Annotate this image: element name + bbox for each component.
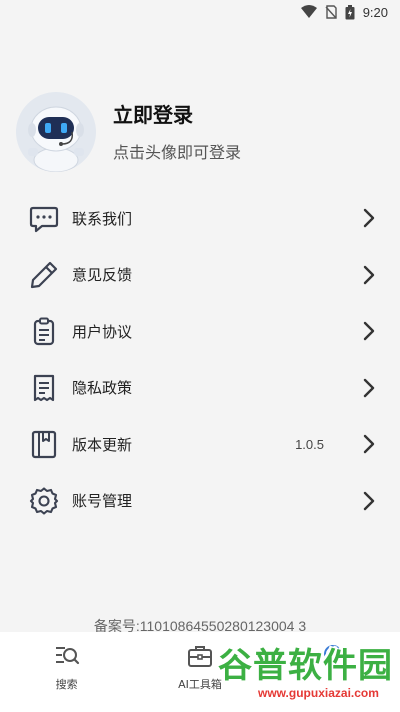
menu-item-user-agreement[interactable]: 用户协议 [0,303,400,360]
tab-ai-toolbox[interactable]: AI工具箱 [133,632,266,712]
chevron-right-icon [362,321,376,341]
toolbox-icon [186,642,214,670]
menu-item-version-update[interactable]: 版本更新 1.0.5 [0,416,400,473]
profile-section[interactable]: 立即登录 点击头像即可登录 [16,92,386,172]
battery-icon [345,4,355,20]
chevron-right-icon [362,434,376,454]
menu-item-label: 账号管理 [72,492,133,511]
status-bar: 9:20 [0,0,400,24]
login-title[interactable]: 立即登录 [113,101,241,129]
status-time: 9:20 [362,4,388,20]
version-number: 1.0.5 [295,436,324,452]
no-signal-icon [325,5,337,19]
clipboard-icon [28,315,60,347]
profile-icon [319,642,347,670]
menu-item-label: 联系我们 [72,209,133,228]
menu-item-account-management[interactable]: 账号管理 [0,473,400,530]
pencil-icon [28,259,60,291]
document-icon [28,372,60,404]
login-subtitle: 点击头像即可登录 [113,143,242,162]
chevron-right-icon [362,265,376,285]
gear-icon [28,485,60,517]
tab-profile[interactable] [267,632,400,712]
search-list-icon [53,642,81,670]
tab-search[interactable]: 搜索 [0,632,133,712]
chat-icon [28,202,60,234]
menu-item-label: 用户协议 [72,322,133,341]
menu-item-feedback[interactable]: 意见反馈 [0,247,400,304]
tab-label: AI工具箱 [178,678,222,691]
menu-item-label: 版本更新 [72,435,133,454]
wifi-icon [300,5,317,19]
settings-menu: 联系我们 意见反馈 用户协议 隐私政策 版本更新 1.0.5 账号管理 [0,190,400,529]
chevron-right-icon [362,378,376,398]
chevron-right-icon [362,491,376,511]
book-icon [28,428,60,460]
robot-avatar[interactable] [16,92,96,172]
menu-item-label: 隐私政策 [72,379,133,398]
tab-label: 搜索 [55,678,78,691]
menu-item-privacy-policy[interactable]: 隐私政策 [0,360,400,417]
menu-item-label: 意见反馈 [72,266,133,285]
menu-item-contact-us[interactable]: 联系我们 [0,190,400,247]
bottom-tab-bar: 搜索 AI工具箱 [0,632,400,712]
chevron-right-icon [362,208,376,228]
